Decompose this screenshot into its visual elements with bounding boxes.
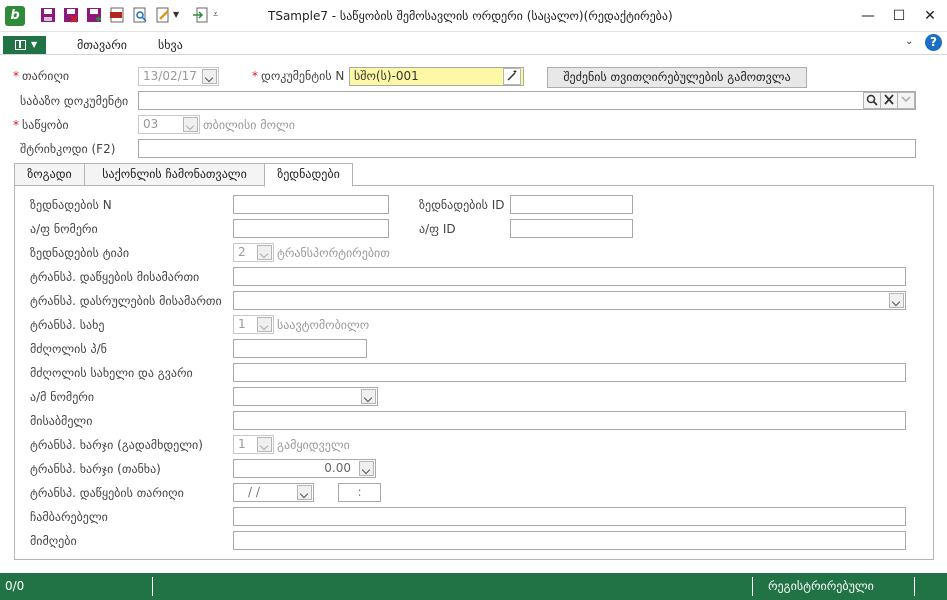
ribbon-bar: ▼ მთავარი სხვა: [0, 33, 947, 55]
cost-amount-label: ტრანსპ. ხარჯი (თანხა): [30, 462, 161, 476]
end-address-field[interactable]: [233, 291, 906, 310]
cost-payer-name: გამყიდველი: [277, 438, 350, 452]
base-doc-label: საბაზო დოკუმენტი: [20, 94, 129, 108]
status-registered: რეგისტრირებული: [768, 579, 874, 593]
driver-pn-label: მძღოლის პ/ნ: [30, 342, 107, 356]
docnum-field[interactable]: სშო(ს)-001: [349, 67, 524, 86]
status-bar: 0/0 რეგისტრირებული: [0, 573, 947, 600]
warehouse-name: თბილისი მოლი: [203, 118, 295, 132]
recipient-field[interactable]: [233, 531, 906, 550]
waybill-type-label: ზედნადების ტიპი: [30, 246, 130, 260]
record-count: 0/0: [5, 579, 25, 593]
start-time-field[interactable]: :: [338, 483, 381, 502]
save-close-icon[interactable]: [63, 7, 79, 23]
chevron-down-icon[interactable]: [202, 69, 217, 84]
invoice-number-field[interactable]: [233, 219, 389, 238]
cost-payer-label: ტრანსპ. ხარჯი (გადამხდელი): [30, 438, 203, 452]
wand-icon[interactable]: [503, 68, 521, 85]
cost-amount-field[interactable]: 0.00: [233, 459, 376, 478]
date-label: თარიღი: [13, 69, 69, 83]
chevron-down-icon[interactable]: [889, 293, 904, 308]
minimize-button[interactable]: —: [858, 6, 878, 26]
collapse-ribbon-icon[interactable]: ⌄: [905, 36, 913, 47]
docnum-label: დოკუმენტის N: [252, 69, 344, 83]
chevron-down-icon[interactable]: [359, 461, 374, 476]
deliverer-field[interactable]: [233, 507, 906, 526]
invoice-id-field[interactable]: [510, 219, 633, 238]
tab-general[interactable]: ზოგადი: [14, 163, 85, 186]
tab-other[interactable]: სხვა: [158, 38, 183, 52]
receiver-label: მისაბმელი: [30, 414, 93, 428]
invoice-id-label: ა/ფ ID: [419, 222, 456, 236]
search-doc-icon[interactable]: [132, 7, 148, 23]
window-title: TSample7 - საწყობის შემოსავლის ორდერი (ს…: [268, 9, 673, 23]
file-menu-button[interactable]: ▼: [3, 36, 46, 54]
waybill-number-label: ზედნადების N: [30, 198, 112, 212]
car-number-field[interactable]: [233, 387, 378, 406]
chevron-down-icon[interactable]: [257, 317, 272, 332]
chevron-down-icon: ▼: [31, 40, 38, 49]
waybill-type-name: ტრანსპორტირებით: [277, 246, 390, 260]
start-address-label: ტრანსპ. დაწყების მისამართი: [30, 270, 200, 284]
transport-type-field[interactable]: 1: [233, 315, 274, 334]
clear-icon[interactable]: [880, 92, 898, 109]
title-bar: b ▼ ⩡ TSample7 - საწყობის შემოსავლის ორდ…: [0, 0, 947, 32]
chevron-down-icon[interactable]: [297, 485, 312, 500]
start-date-field[interactable]: / /: [233, 483, 314, 502]
deliverer-label: ჩამბარებელი: [30, 510, 108, 524]
waybill-type-field[interactable]: 2: [233, 243, 274, 262]
status-divider: [914, 577, 915, 596]
end-address-label: ტრანსპ. დასრულების მისამართი: [30, 294, 222, 308]
cost-payer-field[interactable]: 1: [233, 435, 274, 454]
warehouse-code-field[interactable]: 03: [138, 115, 200, 134]
base-doc-dropdown[interactable]: [897, 92, 915, 109]
chevron-down-icon[interactable]: [183, 117, 198, 132]
customize-toolbar-icon[interactable]: ⩡: [213, 7, 223, 23]
waybill-id-label: ზედნადების ID: [419, 198, 505, 212]
transport-type-name: საავტომობილო: [277, 318, 370, 332]
chevron-down-icon[interactable]: [361, 389, 376, 404]
app-logo: b: [5, 6, 25, 26]
driver-name-field[interactable]: [233, 363, 906, 382]
search-icon[interactable]: [863, 92, 881, 109]
tab-strip: ზოგადი საქონლის ჩამონათვალი ზედნადები: [14, 163, 934, 187]
calc-cost-button[interactable]: შეძენის თვითღირებულების გამოთვლა: [547, 67, 807, 88]
edit-doc-icon[interactable]: [155, 7, 171, 23]
tab-main[interactable]: მთავარი: [77, 38, 127, 52]
barcode-label: შტრიხკოდი (F2): [20, 142, 116, 156]
status-divider: [752, 577, 753, 596]
driver-pn-field[interactable]: [233, 339, 367, 358]
barcode-field[interactable]: [138, 139, 916, 158]
help-icon[interactable]: ?: [925, 34, 942, 51]
save-new-icon[interactable]: [86, 7, 102, 23]
chevron-down-icon[interactable]: [257, 437, 272, 452]
tab-goods-list[interactable]: საქონლის ჩამონათვალი: [84, 163, 265, 186]
export-icon[interactable]: [192, 7, 208, 23]
status-divider: [152, 577, 153, 596]
transport-type-label: ტრანსპ. სახე: [30, 318, 105, 332]
pdf-icon[interactable]: [109, 7, 125, 23]
file-menu-icon: [15, 40, 26, 50]
dropdown-icon[interactable]: ▼: [173, 7, 183, 23]
date-field[interactable]: 13/02/17: [138, 67, 219, 86]
tab-waybill[interactable]: ზედნადები: [264, 163, 353, 187]
receiver-field[interactable]: [233, 411, 906, 430]
warehouse-label: საწყობი: [13, 118, 69, 132]
waybill-number-field[interactable]: [233, 195, 389, 214]
maximize-button[interactable]: ☐: [889, 6, 909, 26]
driver-name-label: მძღოლის სახელი და გვარი: [30, 366, 193, 380]
waybill-id-field[interactable]: [510, 195, 633, 214]
close-button[interactable]: ✕: [920, 6, 940, 26]
recipient-label: მიმღები: [30, 534, 77, 548]
start-date-label: ტრანსპ. დაწყების თარიღი: [30, 486, 184, 500]
chevron-down-icon[interactable]: [257, 245, 272, 260]
car-number-label: ა/მ ნომერი: [30, 390, 95, 404]
invoice-number-label: ა/ფ ნომერი: [30, 222, 98, 236]
start-address-field[interactable]: [233, 267, 906, 286]
base-doc-field[interactable]: [138, 91, 916, 110]
save-icon[interactable]: [40, 7, 56, 23]
